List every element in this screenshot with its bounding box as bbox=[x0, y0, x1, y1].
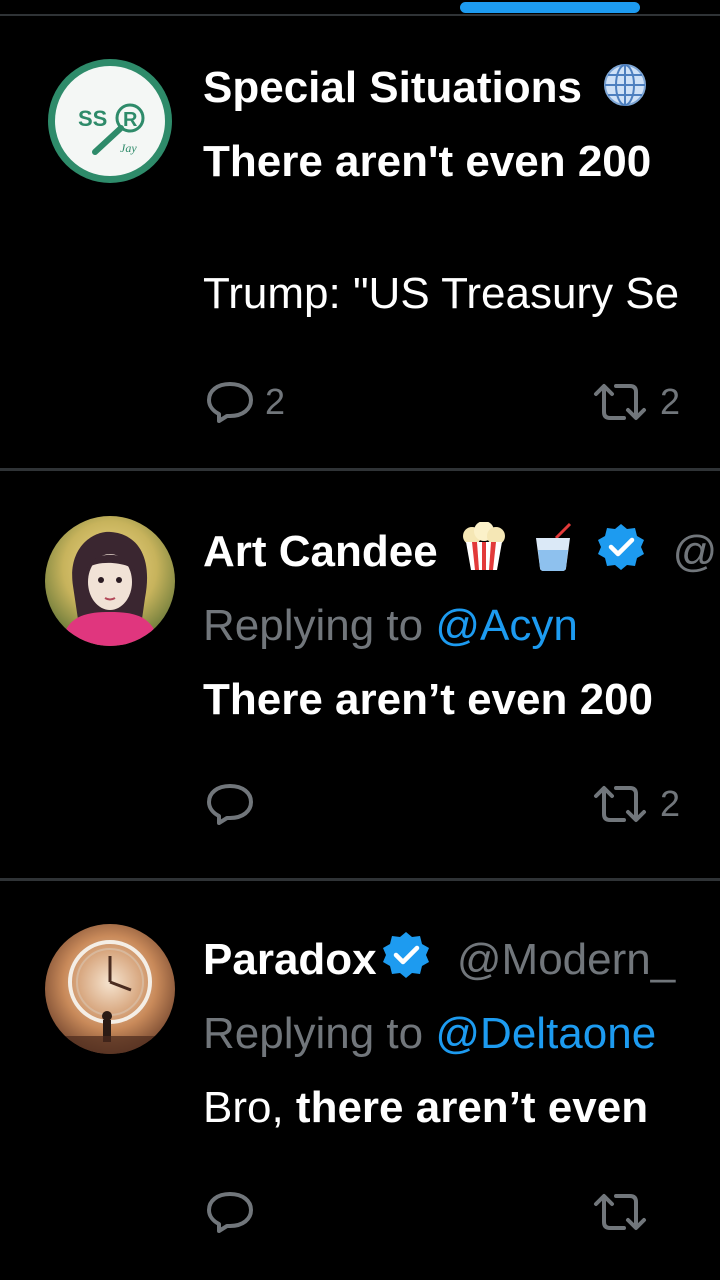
reply-button[interactable] bbox=[205, 1190, 265, 1234]
avatar[interactable]: SS R Jay bbox=[45, 56, 175, 186]
reply-icon bbox=[207, 382, 253, 423]
timeline: SS R Jay Special Situations There aren't… bbox=[0, 0, 720, 1280]
portrait-avatar bbox=[45, 516, 175, 646]
replying-mention[interactable]: @Acyn bbox=[435, 601, 577, 650]
replying-mention[interactable]: @Deltaone bbox=[435, 1009, 656, 1058]
tweet-divider bbox=[0, 878, 720, 881]
replying-line: Replying to @Acyn bbox=[203, 600, 578, 652]
author-handle[interactable]: @Modern_ bbox=[457, 935, 675, 984]
repost-count: 2 bbox=[660, 783, 681, 824]
author-name[interactable]: Art Candee bbox=[203, 527, 438, 576]
active-tab-indicator bbox=[460, 2, 640, 13]
reply-count: 2 bbox=[265, 381, 286, 422]
replying-label: Replying to bbox=[203, 1009, 424, 1058]
avatar-letter: R bbox=[123, 109, 138, 131]
clock-avatar bbox=[45, 924, 175, 1054]
repost-button[interactable] bbox=[590, 1190, 660, 1234]
tweet-text-line-1: Bro, there aren’t even bbox=[203, 1082, 648, 1134]
reply-icon bbox=[207, 784, 253, 825]
author-handle[interactable]: @ bbox=[673, 527, 718, 576]
repost-button[interactable]: 2 bbox=[590, 782, 680, 826]
reply-button[interactable] bbox=[205, 782, 265, 826]
verified-badge-icon bbox=[596, 522, 646, 584]
author-line: Special Situations bbox=[203, 62, 648, 120]
author-line: Art Candee @ bbox=[203, 521, 718, 584]
repost-count: 2 bbox=[660, 381, 681, 422]
avatar[interactable] bbox=[45, 924, 175, 1054]
avatar[interactable] bbox=[45, 516, 175, 646]
popcorn-icon bbox=[458, 521, 510, 584]
repost-icon bbox=[594, 1194, 646, 1230]
reply-button[interactable]: 2 bbox=[205, 380, 285, 424]
tweet-divider bbox=[0, 468, 720, 471]
reply-icon bbox=[207, 1192, 253, 1233]
tweet-text-line-2: Trump: "US Treasury Se bbox=[203, 269, 680, 318]
ssr-logo-avatar: SS R Jay bbox=[48, 59, 172, 183]
author-line: Paradox @Modern_ bbox=[203, 930, 675, 992]
tweet-text-line-1: There aren’t even 200 bbox=[203, 675, 654, 724]
top-divider bbox=[0, 14, 720, 16]
avatar-initials: SS bbox=[78, 106, 107, 131]
replying-label: Replying to bbox=[203, 601, 424, 650]
repost-button[interactable]: 2 bbox=[590, 380, 680, 424]
tweet-text-line-1: There aren't even 200 bbox=[203, 137, 652, 186]
tweet-text-rest: there aren’t even bbox=[283, 1083, 649, 1132]
globe-icon bbox=[602, 62, 648, 120]
repost-icon bbox=[594, 384, 646, 420]
replying-line: Replying to @Deltaone bbox=[203, 1008, 656, 1060]
avatar-sub: Jay bbox=[120, 141, 137, 155]
repost-icon bbox=[594, 786, 646, 822]
author-name[interactable]: Paradox bbox=[203, 935, 377, 984]
tweet-text-prefix: Bro, bbox=[203, 1083, 284, 1132]
drink-icon bbox=[530, 522, 576, 584]
author-name[interactable]: Special Situations bbox=[203, 63, 582, 112]
verified-badge-icon bbox=[381, 930, 431, 992]
